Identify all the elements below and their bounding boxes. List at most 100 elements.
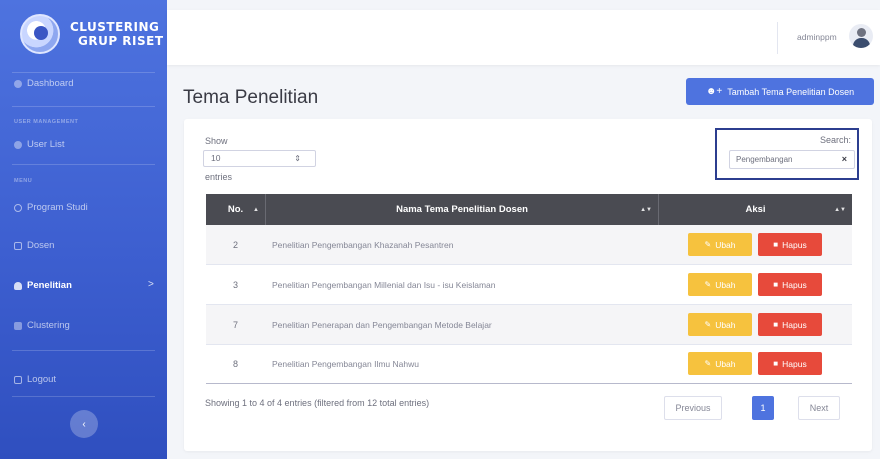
delete-button[interactable]: ■ Hapus [758,352,822,375]
page-size-value: 10 [211,153,221,163]
user-plus-icon: ☻+ [705,86,723,97]
row-number: 3 [232,280,238,290]
edit-label: Ubah [715,239,736,250]
edit-button[interactable]: ✎ Ubah [688,313,752,336]
topbar: adminppm [167,10,880,65]
table-info: Showing 1 to 4 of 4 entries (filtered fr… [205,398,430,408]
sidebar-item-label: Dashboard [27,78,74,89]
delete-label: Hapus [782,319,807,330]
chevron-left-icon: ‹ [82,418,86,430]
clear-icon[interactable]: × [842,151,847,168]
sidebar-item-program-studi[interactable]: Program Studi [14,202,88,213]
edit-label: Ubah [715,279,736,290]
sort-icon: ▲ [253,206,259,213]
table-row: 7 Penelitian Penerapan dan Pengembangan … [206,305,852,345]
trash-icon: ■ [773,240,779,249]
edit-button[interactable]: ✎ Ubah [688,233,752,256]
delete-button[interactable]: ■ Hapus [758,313,822,336]
users-icon [14,281,22,290]
search-label: Search: [819,135,851,145]
sidebar-item-penelitian[interactable]: Penelitian [14,280,72,291]
show-label: Show [205,136,228,146]
sidebar-item-label: Dosen [27,240,55,251]
avatar-body [853,38,870,48]
add-research-theme-button[interactable]: ☻+ Tambah Tema Penelitian Dosen [686,78,874,105]
table-header: No. ▲ Nama Tema Penelitian Dosen ▲▼ Aksi… [206,194,852,225]
sort-icon: ▲▼ [834,206,846,213]
edit-label: Ubah [715,319,736,330]
sidebar-item-label: User List [27,139,65,150]
sidebar-divider [12,72,155,73]
edit-icon: ✎ [704,240,712,249]
entries-label: entries [205,172,233,182]
row-name: Penelitian Pengembangan Khazanah Pesantr… [272,240,454,250]
column-header-name[interactable]: Nama Tema Penelitian Dosen ▲▼ [266,194,658,225]
dashboard-icon [14,79,22,88]
sidebar-item-label: Penelitian [27,280,72,291]
sidebar-item-label: Logout [27,374,57,385]
column-header-label: No. [227,204,244,215]
edit-button[interactable]: ✎ Ubah [688,352,752,375]
row-name: Penelitian Penerapan dan Pengembangan Me… [272,320,492,330]
topbar-divider [777,22,778,54]
brand[interactable]: CLUSTERING GRUP RISET [0,0,167,72]
trash-icon: ■ [773,280,779,289]
table-bottom-border [206,383,852,384]
edit-icon: ✎ [704,280,712,289]
column-header-label: Aksi [745,204,766,215]
edit-icon: ✎ [704,359,712,368]
column-header-label: Nama Tema Penelitian Dosen [396,204,528,215]
edit-button[interactable]: ✎ Ubah [688,273,752,296]
delete-button[interactable]: ■ Hapus [758,273,822,296]
page-title: Tema Penelitian [183,87,319,108]
sidebar-divider [12,396,155,397]
column-header-no[interactable]: No. ▲ [206,194,265,225]
select-caret-icon: ⇕ [294,154,301,163]
table-row: 2 Penelitian Pengembangan Khazanah Pesan… [206,225,852,265]
avatar[interactable] [849,24,873,48]
gear-icon [14,140,22,149]
delete-button[interactable]: ■ Hapus [758,233,822,256]
sidebar-item-clustering[interactable]: Clustering [14,320,70,331]
sidebar-item-label: Program Studi [27,202,88,213]
edit-icon: ✎ [704,320,712,329]
column-header-action[interactable]: Aksi ▲▼ [659,194,852,225]
brand-logo-icon [20,14,60,54]
sidebar-item-logout[interactable]: Logout [14,374,56,385]
sidebar-heading-menu: MENU [14,178,33,184]
next-page-button[interactable]: Next [798,396,840,420]
user-name[interactable]: adminppm [797,32,837,42]
circle-icon [14,203,22,212]
row-number: 7 [232,320,238,330]
avatar-head [857,28,866,37]
row-name: Penelitian Pengembangan Ilmu Nahwu [272,359,419,369]
sidebar-divider [12,106,155,107]
sidebar-item-dosen[interactable]: Dosen [14,240,54,251]
search-input[interactable]: Pengembangan × [729,150,855,169]
trash-icon: ■ [773,320,779,329]
previous-page-button[interactable]: Previous [664,396,722,420]
chevron-right-icon: > [148,279,154,290]
bar-chart-icon [14,321,22,330]
sidebar-heading-user-management: USER MANAGEMENT [14,119,79,125]
sidebar-item-user-list[interactable]: User List [14,139,64,150]
sort-icon: ▲▼ [640,206,652,213]
row-number: 2 [232,240,238,250]
edit-label: Ubah [715,358,736,369]
page-1-button[interactable]: 1 [752,396,774,420]
table-row: 8 Penelitian Pengembangan Ilmu Nahwu ✎ Ub… [206,344,852,384]
delete-label: Hapus [782,239,807,250]
delete-label: Hapus [782,279,807,290]
sidebar-item-dashboard[interactable]: Dashboard [14,78,73,89]
brand-title-line2: GRUP RISET [78,34,164,48]
brand-title-line1: CLUSTERING [70,20,160,34]
page-size-select[interactable]: 10 ⇕ [203,150,316,167]
add-button-label: Tambah Tema Penelitian Dosen [727,86,855,97]
chat-icon [14,241,22,250]
trash-icon: ■ [773,359,779,368]
row-number: 8 [232,359,238,369]
sidebar-toggle-button[interactable]: ‹ [70,410,98,438]
table-row: 3 Penelitian Pengembangan Millenial dan … [206,265,852,305]
search-area: Search: Pengembangan × [715,128,859,180]
row-name: Penelitian Pengembangan Millenial dan Is… [272,280,496,290]
